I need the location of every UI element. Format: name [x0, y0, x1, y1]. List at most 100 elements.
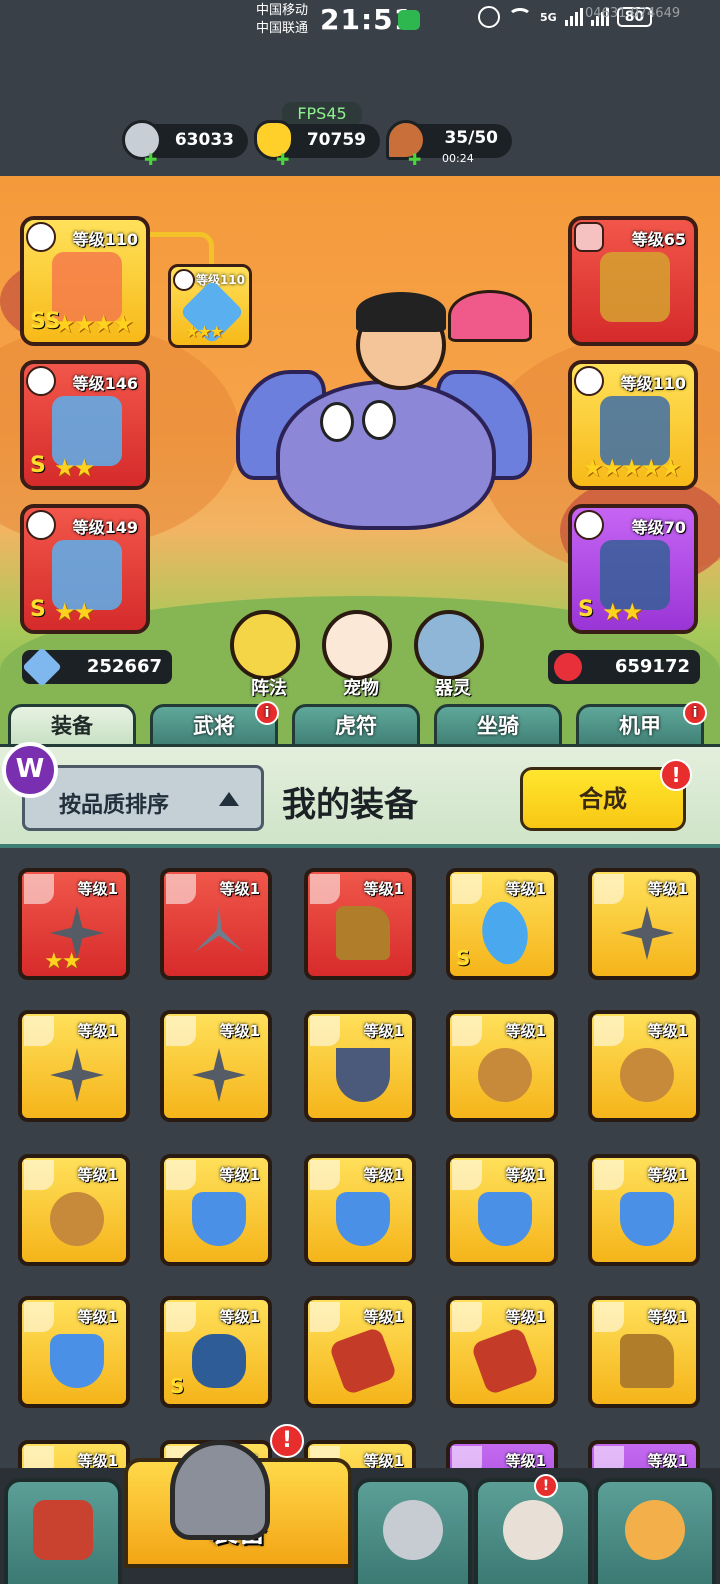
sword-icon [22, 647, 62, 687]
hero-character[interactable] [236, 292, 532, 576]
rider-hair [356, 292, 446, 332]
notification-badge: i [255, 701, 279, 725]
linked-weapon-slot[interactable]: 等级110 ★★★ [168, 264, 252, 348]
tab-label: 武将 [193, 714, 235, 738]
sort-dropdown[interactable]: 按品质排序 [22, 765, 264, 831]
hp-stat: 659172 [548, 650, 700, 684]
equipment-item[interactable]: 等级1 [304, 1154, 416, 1266]
equipment-type-icon [24, 1016, 54, 1046]
pet-button[interactable]: 宠物 [322, 610, 392, 699]
slot-level: 等级65 [631, 230, 686, 249]
equipment-level: 等级1 [219, 1166, 260, 1184]
equipment-item[interactable]: 等级1 [18, 1296, 130, 1408]
bracer-icon [470, 1326, 540, 1396]
boot-icon [336, 906, 390, 960]
hero-slot-left-1[interactable]: 等级110 SS ★★★★ [20, 216, 150, 346]
equipment-level: 等级1 [363, 1022, 404, 1040]
stamina-timer: 00:24 [442, 152, 474, 165]
nav-city[interactable] [4, 1478, 122, 1584]
equipment-level: 等级1 [77, 1022, 118, 1040]
lotus-pet [448, 290, 532, 342]
equipment-item[interactable]: 等级1 [588, 1154, 700, 1266]
nav-hero[interactable] [474, 1478, 592, 1584]
equipment-grade: S [456, 946, 471, 970]
knife-icon [336, 1048, 390, 1102]
carrier-2: 中国联通 [256, 21, 309, 36]
equipment-item[interactable]: 等级1 [304, 1296, 416, 1408]
fist-upgrade-icon [625, 1500, 685, 1560]
equipment-type-icon [452, 1016, 482, 1046]
equipment-type-icon [310, 1160, 340, 1190]
category-tabs: 装备 武将 i 虎符 坐骑 机甲 i [0, 700, 720, 750]
equipment-type-icon [310, 1016, 340, 1046]
hero-slot-right-2[interactable]: 等级110 ★★★★★ [568, 360, 698, 490]
tab-label: 装备 [51, 714, 93, 738]
equipment-item[interactable]: 等级1 [588, 1296, 700, 1408]
equipment-item[interactable]: 等级1 [18, 1154, 130, 1266]
equipment-level: 等级1 [77, 880, 118, 898]
equipment-type-icon [24, 1302, 54, 1332]
weapon-spirit-button[interactable]: 器灵 [414, 610, 484, 699]
tab-label: 机甲 [619, 714, 661, 738]
equipment-item[interactable]: 等级1 [588, 1010, 700, 1122]
dagger-icon [336, 1192, 390, 1246]
equipment-item[interactable]: 等级1 ★★ [18, 868, 130, 980]
shuriken-icon [50, 1048, 104, 1102]
nav-upgrade[interactable] [594, 1478, 716, 1584]
equipment-type-icon [166, 1160, 196, 1190]
equipment-item[interactable]: 等级1 [304, 1010, 416, 1122]
equipment-item[interactable]: 等级1 [160, 1010, 272, 1122]
gold-value: 70759 [306, 130, 366, 150]
equipment-item[interactable]: 等级1 [18, 1010, 130, 1122]
resource-gold[interactable]: ✚ 70759 [254, 120, 380, 169]
page-title: 我的装备 [282, 785, 418, 825]
hero-slot-left-3[interactable]: 等级149 S ★★ [20, 504, 150, 634]
equipment-item[interactable]: 等级1 S [446, 868, 558, 980]
equipment-item[interactable]: 等级1 [446, 1154, 558, 1266]
resource-silver[interactable]: ✚ 63033 [122, 120, 248, 169]
overlay-w-icon[interactable]: W [2, 742, 58, 798]
add-stamina-icon[interactable]: ✚ [408, 150, 421, 169]
equipment-level: 等级1 [77, 1308, 118, 1326]
status-bar: 中国移动 中国联通 21:51 5G 80 04631 074649 [0, 0, 720, 44]
add-silver-icon[interactable]: ✚ [144, 150, 157, 169]
slot-level: 等级110 [620, 374, 686, 393]
equipment-level: 等级1 [363, 1308, 404, 1326]
heart-icon [554, 653, 582, 681]
shuriken-icon [192, 1048, 246, 1102]
formation-label: 阵法 [251, 678, 287, 699]
linked-stars: ★★★ [185, 322, 224, 341]
add-gold-icon[interactable]: ✚ [276, 150, 289, 169]
hero-slot-left-2[interactable]: 等级146 S ★★ [20, 360, 150, 490]
synthesize-badge: ! [660, 759, 692, 791]
equipment-item[interactable]: 等级1 [446, 1010, 558, 1122]
equipment-type-icon [594, 874, 624, 904]
hero-slot-right-1[interactable]: 等级65 [568, 216, 698, 346]
equipment-level: 等级1 [363, 1166, 404, 1184]
equipment-item[interactable]: 等级1 S [160, 1296, 272, 1408]
equipment-level: 等级1 [647, 1308, 688, 1326]
hero-slot-right-3[interactable]: 等级70 S ★★ [568, 504, 698, 634]
crossed-swords-icon [383, 1500, 443, 1560]
signal-icon [564, 8, 583, 26]
elephant-mount [276, 380, 496, 530]
triangle-up-icon [219, 792, 239, 806]
formation-button[interactable]: 阵法 [230, 610, 300, 699]
slot-grade: S [578, 597, 594, 622]
equipment-item[interactable]: 等级1 [304, 868, 416, 980]
nav-battle[interactable] [354, 1478, 472, 1584]
armor-icon [574, 222, 604, 252]
equipment-item[interactable]: 等级1 [446, 1296, 558, 1408]
yin-yang-icon [26, 366, 56, 396]
equipment-item[interactable]: 等级1 [588, 868, 700, 980]
dagger-icon [620, 1192, 674, 1246]
equipment-level: 等级1 [647, 1022, 688, 1040]
boot-icon [620, 1334, 674, 1388]
dagger-icon [478, 1192, 532, 1246]
equipment-level: 等级1 [505, 1166, 546, 1184]
equipment-item[interactable]: 等级1 [160, 1154, 272, 1266]
slot-grade: S [30, 453, 46, 478]
equipment-type-icon [452, 1160, 482, 1190]
equipment-item[interactable]: 等级1 [160, 868, 272, 980]
weapon-spirit-label: 器灵 [435, 678, 471, 699]
